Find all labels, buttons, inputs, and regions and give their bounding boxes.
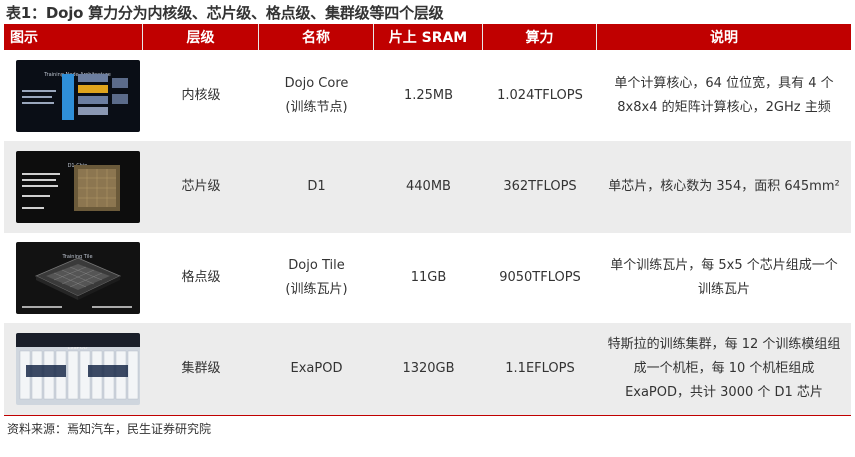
level-cell: 内核级 bbox=[181, 87, 221, 103]
header-description: 说明 bbox=[710, 30, 738, 46]
header-level: 层级 bbox=[143, 24, 259, 50]
description-cell: 单芯片，核心数为 354，面积 645mm² bbox=[597, 141, 851, 233]
sram-cell: 1320GB bbox=[402, 361, 455, 376]
description-line: 8x8x4 的矩阵计算核心，2GHz 主频 bbox=[617, 99, 831, 115]
sram-cell: 1.25MB bbox=[403, 87, 454, 103]
exapod-image: ExaPOD bbox=[15, 333, 140, 405]
diagram-cell: D1 Chip bbox=[4, 141, 143, 233]
header-sram: 片上 SRAM bbox=[374, 24, 483, 50]
name-text: D1 bbox=[307, 179, 326, 194]
description-cell: 特斯拉的训练集群，每 12 个训练模组组 成一个机柜，每 10 个机柜组成 Ex… bbox=[597, 323, 851, 415]
description-line: ExaPOD，共计 3000 个 D1 芯片 bbox=[625, 385, 823, 400]
header-name: 名称 bbox=[259, 24, 374, 50]
compute-cell: 1.024TFLOPS bbox=[497, 87, 583, 103]
description-line: 单个计算核心，64 位位宽，具有 4 个 bbox=[614, 75, 834, 91]
diagram-cell: Training Node Architecture bbox=[4, 50, 143, 141]
training-tile-image: Training Tile bbox=[15, 242, 140, 314]
description-line: 训练瓦片 bbox=[697, 282, 750, 297]
name-text: Dojo Core bbox=[284, 75, 349, 91]
name-cell: ExaPOD bbox=[259, 323, 374, 415]
description-line: 单个训练瓦片，每 5x5 个芯片组成一个 bbox=[610, 258, 838, 273]
name-cell: D1 bbox=[259, 141, 374, 233]
compute-cell: 362TFLOPS bbox=[503, 179, 577, 194]
table-header: 图示 层级 名称 片上 SRAM 算力 说明 bbox=[4, 24, 851, 50]
name-subtext: (训练节点) bbox=[285, 99, 348, 115]
diagram-cell: ExaPOD bbox=[4, 323, 143, 415]
table-row: Training Node Architecture 内核级 Dojo Core… bbox=[4, 50, 851, 141]
description-line: 特斯拉的训练集群，每 12 个训练模组组 bbox=[607, 337, 841, 352]
source-note: 资料来源：焉知汽车，民生证券研究院 bbox=[7, 422, 212, 436]
diagram-cell: Training Tile bbox=[4, 233, 143, 323]
name-subtext: (训练瓦片) bbox=[285, 282, 348, 297]
header-compute: 算力 bbox=[483, 24, 597, 50]
description-cell: 单个计算核心，64 位位宽，具有 4 个 8x8x4 的矩阵计算核心，2GHz … bbox=[597, 50, 851, 141]
compute-cell: 9050TFLOPS bbox=[499, 270, 581, 285]
description-line: 成一个机柜，每 10 个机柜组成 bbox=[633, 361, 815, 376]
level-cell: 芯片级 bbox=[181, 179, 221, 194]
header-diagram: 图示 bbox=[4, 24, 143, 50]
table-title: 表1：Dojo 算力分为内核级、芯片级、格点级、集群级等四个层级 bbox=[6, 4, 444, 22]
compute-levels-table: 图示 层级 名称 片上 SRAM 算力 说明 Training Node Arc… bbox=[4, 24, 851, 416]
table-row: D1 Chip 芯片级 D1 bbox=[4, 141, 851, 233]
d1-chip-image: D1 Chip bbox=[15, 151, 140, 223]
name-cell: Dojo Tile (训练瓦片) bbox=[259, 233, 374, 323]
description-cell: 单个训练瓦片，每 5x5 个芯片组成一个 训练瓦片 bbox=[597, 233, 851, 323]
name-text: ExaPOD bbox=[290, 361, 343, 376]
sram-cell: 440MB bbox=[406, 179, 451, 194]
table-row: Training Tile 格点级 Dojo Tile (训练瓦片) 11GB … bbox=[4, 233, 851, 323]
name-cell: Dojo Core (训练节点) bbox=[259, 50, 374, 141]
sram-cell: 11GB bbox=[410, 270, 447, 285]
level-cell: 集群级 bbox=[181, 361, 221, 376]
description-line: 单芯片，核心数为 354，面积 645mm² bbox=[608, 179, 840, 194]
training-node-image: Training Node Architecture bbox=[15, 59, 140, 132]
compute-cell: 1.1EFLOPS bbox=[505, 361, 575, 376]
name-text: Dojo Tile bbox=[288, 258, 345, 273]
table-row: ExaPOD 集群级 ExaPOD 1320GB 1.1EFLOPS 特斯拉的训… bbox=[4, 323, 851, 416]
level-cell: 格点级 bbox=[181, 270, 221, 285]
